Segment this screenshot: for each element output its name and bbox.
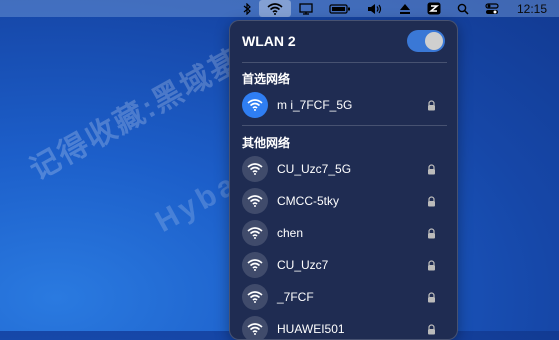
lock-icon [428, 291, 435, 302]
lock-icon [428, 99, 435, 110]
wifi-panel-title: WLAN 2 [242, 33, 296, 49]
other-networks-heading: 其他网络 [242, 136, 291, 150]
network-row[interactable]: chen [230, 218, 457, 248]
wifi-signal-icon [242, 316, 268, 339]
lock-icon [428, 323, 435, 334]
network-row[interactable]: HUAWEI501 [230, 314, 457, 339]
divider [242, 125, 447, 126]
wifi-signal-icon [242, 252, 268, 278]
bluetooth-icon[interactable] [235, 0, 259, 17]
wifi-icon[interactable] [258, 0, 291, 17]
lock-icon [428, 195, 435, 206]
network-row[interactable]: CMCC-5tky [230, 186, 457, 216]
network-name: chen [277, 226, 304, 240]
toggle-knob [425, 32, 443, 50]
network-row-preferred[interactable]: m i_7FCF_5G [230, 90, 457, 120]
lock-icon [428, 259, 435, 270]
network-name: CMCC-5tky [277, 194, 339, 208]
network-name: HUAWEI501 [277, 322, 345, 336]
lock-icon [428, 227, 435, 238]
eject-icon[interactable] [391, 0, 419, 17]
network-name: CU_Uzc7_5G [277, 162, 352, 176]
control-center-icon[interactable] [477, 0, 507, 17]
volume-icon[interactable] [359, 0, 391, 17]
wifi-signal-icon [242, 220, 268, 246]
wifi-toggle[interactable] [407, 30, 445, 52]
network-row[interactable]: CU_Uzc7_5G [230, 154, 457, 184]
network-name: CU_Uzc7 [277, 258, 329, 272]
network-row[interactable]: _7FCF [230, 282, 457, 312]
menu-bar: 12:15 [0, 0, 559, 17]
menu-bar-clock[interactable]: 12:15 [507, 0, 559, 17]
app-icon[interactable] [419, 0, 449, 17]
display-icon[interactable] [291, 0, 321, 17]
search-icon[interactable] [449, 0, 477, 17]
wifi-signal-icon [242, 188, 268, 214]
lock-icon [428, 163, 435, 174]
network-name: m i_7FCF_5G [277, 98, 353, 112]
network-row[interactable]: CU_Uzc7 [230, 250, 457, 280]
divider [242, 62, 447, 63]
network-name: _7FCF [277, 290, 314, 304]
battery-icon[interactable] [321, 0, 359, 17]
wifi-signal-icon [242, 284, 268, 310]
wifi-signal-icon [242, 92, 268, 118]
wifi-menu-panel: WLAN 2 首选网络 m i_7FCF_5G 其他网络 CU_Uzc7_5G C… [229, 20, 458, 340]
preferred-networks-heading: 首选网络 [242, 72, 291, 86]
wifi-signal-icon [242, 156, 268, 182]
